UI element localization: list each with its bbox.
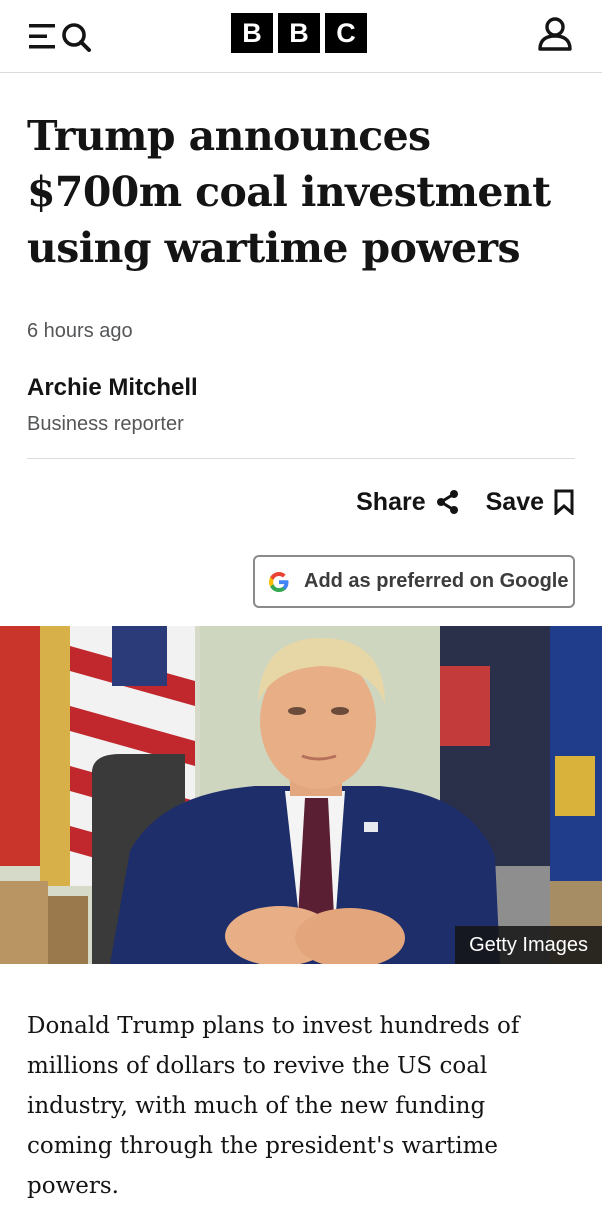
save-button[interactable]: Save xyxy=(486,488,574,517)
google-icon xyxy=(269,571,289,592)
article-body: Donald Trump plans to invest hundreds of… xyxy=(27,1013,520,1199)
logo-letter: C xyxy=(325,13,367,53)
account-button[interactable] xyxy=(536,15,574,53)
bookmark-icon xyxy=(554,489,574,515)
image-credit: Getty Images xyxy=(455,926,602,964)
add-preferred-google-button[interactable]: Add as preferred on Google xyxy=(253,555,575,608)
photo-illustration xyxy=(0,626,602,964)
author-role: Business reporter xyxy=(27,413,184,435)
article-headline: Trump announces $700m coal investment us… xyxy=(27,112,551,272)
article-actions: Share Save xyxy=(356,484,574,520)
logo-letter: B xyxy=(278,13,320,53)
share-label: Share xyxy=(356,487,426,516)
share-icon xyxy=(436,490,458,514)
menu-search-button[interactable] xyxy=(27,18,99,54)
logo-letter: B xyxy=(231,13,273,53)
share-button[interactable]: Share xyxy=(356,488,459,517)
google-button-label: Add as preferred on Google xyxy=(304,570,569,592)
menu-icon xyxy=(29,23,91,52)
search-icon xyxy=(62,23,91,52)
bbc-logo[interactable]: B B C xyxy=(231,13,367,53)
site-header: B B C xyxy=(0,0,602,73)
account-icon xyxy=(538,17,572,51)
save-label: Save xyxy=(485,487,544,516)
article-timestamp: 6 hours ago xyxy=(27,320,133,342)
article-image: Getty Images xyxy=(0,626,602,964)
author-name[interactable]: Archie Mitchell xyxy=(27,374,198,402)
divider xyxy=(27,458,575,459)
